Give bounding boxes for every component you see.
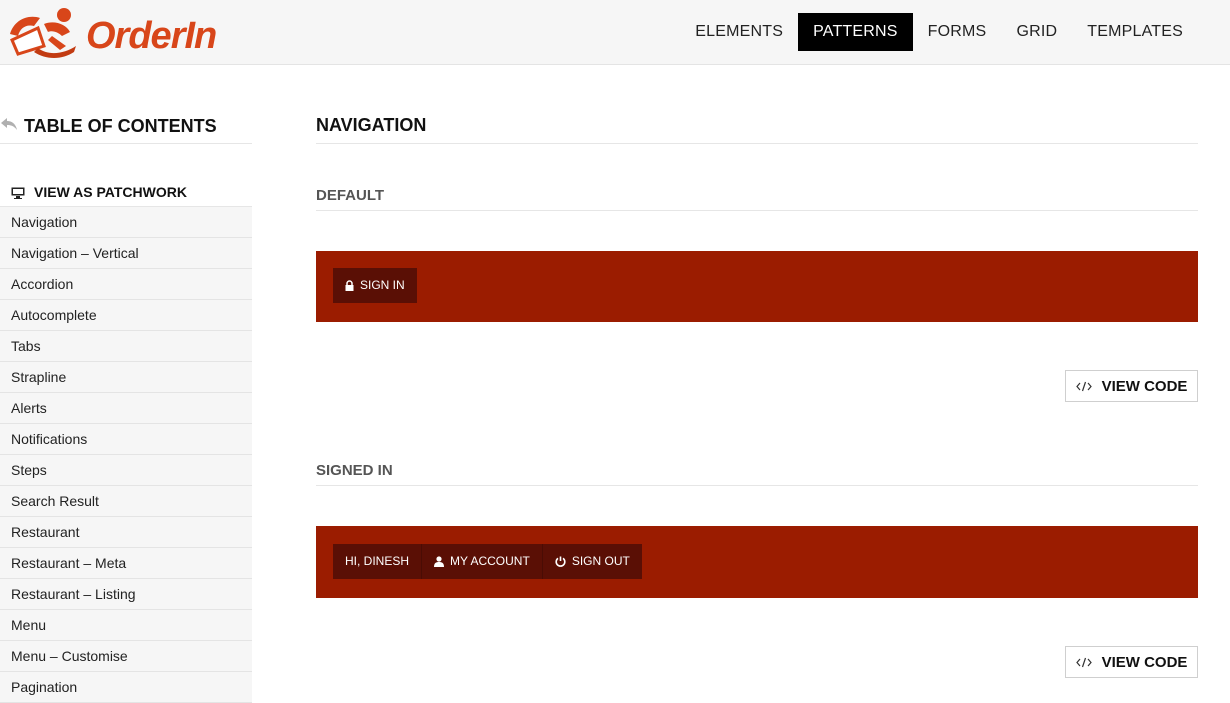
power-icon	[555, 556, 566, 567]
patchwork-label: VIEW AS PATCHWORK	[34, 184, 187, 200]
toc-item-search-result[interactable]: Search Result	[0, 486, 252, 517]
default-heading: DEFAULT	[316, 182, 1198, 211]
toc-item-autocomplete[interactable]: Autocomplete	[0, 300, 252, 331]
toc-item-pagination[interactable]: Pagination	[0, 672, 252, 703]
nav-grid[interactable]: GRID	[1001, 13, 1072, 51]
sign-out-button[interactable]: SIGN OUT	[541, 544, 642, 579]
toc-item-accordion[interactable]: Accordion	[0, 269, 252, 300]
toc-item-restaurant-listing[interactable]: Restaurant – Listing	[0, 579, 252, 610]
monitor-icon	[11, 187, 25, 199]
logo-wordmark: OrderIn	[86, 15, 217, 57]
view-code-button-default[interactable]: VIEW CODE	[1065, 370, 1198, 402]
sign-out-label: SIGN OUT	[571, 554, 630, 568]
code-icon	[1075, 657, 1092, 667]
view-code-label-default: VIEW CODE	[1101, 377, 1188, 395]
nav-patterns[interactable]: PATTERNS	[798, 13, 913, 51]
signed-in-pill-group: HI, DINESH MY ACCOUNT SIGN OUT	[333, 544, 642, 579]
top-header: OrderIn ELEMENTS PATTERNS FORMS GRID TEM…	[0, 0, 1230, 65]
nav-templates[interactable]: TEMPLATES	[1072, 13, 1198, 51]
orderin-logo[interactable]: OrderIn	[4, 6, 217, 58]
toc-item-alerts[interactable]: Alerts	[0, 393, 252, 424]
toc-list: Navigation Navigation – Vertical Accordi…	[0, 207, 252, 703]
toc-item-notifications[interactable]: Notifications	[0, 424, 252, 455]
view-code-button-signed-in[interactable]: VIEW CODE	[1065, 646, 1198, 678]
page-title: NAVIGATION	[316, 108, 1198, 144]
sign-in-label: SIGN IN	[360, 278, 405, 292]
toc-item-restaurant-meta[interactable]: Restaurant – Meta	[0, 548, 252, 579]
toc-item-navigation-vertical[interactable]: Navigation – Vertical	[0, 238, 252, 269]
signed-in-nav-demo: HI, DINESH MY ACCOUNT SIGN OUT	[316, 526, 1198, 598]
signed-in-heading: SIGNED IN	[316, 457, 1198, 486]
sign-in-button[interactable]: SIGN IN	[333, 268, 417, 303]
reply-arrow-icon[interactable]	[0, 116, 18, 132]
toc-item-menu[interactable]: Menu	[0, 610, 252, 641]
toc-title: TABLE OF CONTENTS	[24, 116, 217, 136]
logo-mark-icon	[10, 8, 76, 58]
toc-item-strapline[interactable]: Strapline	[0, 362, 252, 393]
view-as-patchwork-link[interactable]: VIEW AS PATCHWORK	[0, 144, 252, 207]
toc-item-menu-customise[interactable]: Menu – Customise	[0, 641, 252, 672]
code-icon	[1075, 381, 1092, 391]
default-pill-group: SIGN IN	[333, 268, 417, 303]
default-nav-demo: SIGN IN	[316, 251, 1198, 322]
main-nav: ELEMENTS PATTERNS FORMS GRID TEMPLATES	[680, 13, 1198, 51]
toc-item-navigation[interactable]: Navigation	[0, 207, 252, 238]
toc-sidebar: TABLE OF CONTENTS VIEW AS PATCHWORK Navi…	[0, 108, 252, 703]
nav-elements[interactable]: ELEMENTS	[680, 13, 798, 51]
toc-header: TABLE OF CONTENTS	[0, 108, 252, 144]
nav-forms[interactable]: FORMS	[913, 13, 1002, 51]
my-account-button[interactable]: MY ACCOUNT	[421, 544, 542, 579]
user-icon	[434, 556, 445, 567]
view-code-label-signed-in: VIEW CODE	[1101, 653, 1188, 671]
toc-item-steps[interactable]: Steps	[0, 455, 252, 486]
greeting-label: HI, DINESH	[345, 554, 410, 568]
main-content: NAVIGATION DEFAULT SIGN IN VIEW CODE SIG…	[316, 108, 1198, 692]
toc-item-tabs[interactable]: Tabs	[0, 331, 252, 362]
lock-icon	[345, 280, 354, 291]
my-account-label: MY ACCOUNT	[450, 554, 530, 568]
greeting-item[interactable]: HI, DINESH	[333, 544, 421, 579]
toc-item-restaurant[interactable]: Restaurant	[0, 517, 252, 548]
